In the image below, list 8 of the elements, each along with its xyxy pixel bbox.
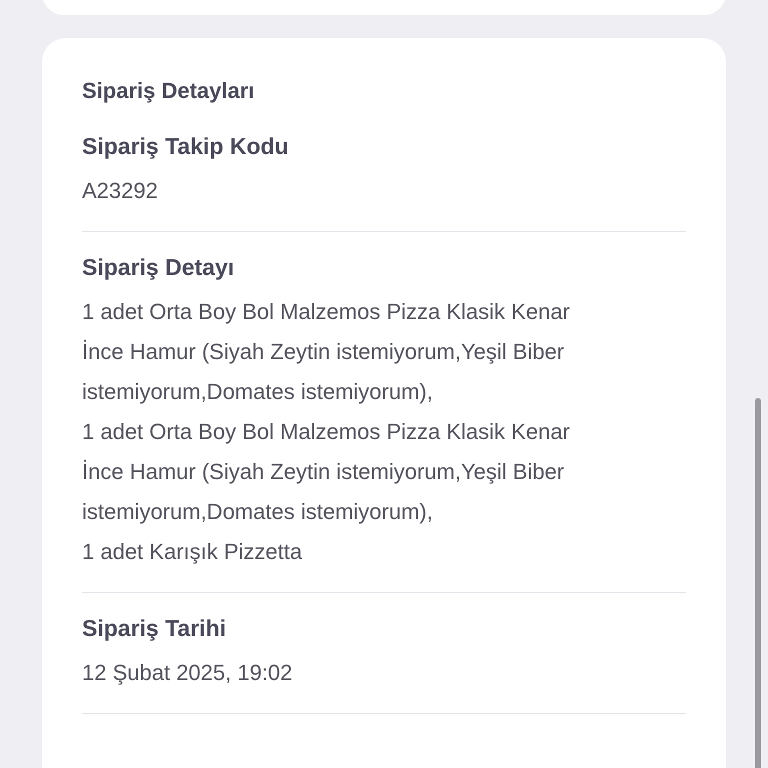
card-title: Sipariş Detayları xyxy=(82,77,256,105)
field-label: Sipariş Tarihi xyxy=(82,614,228,643)
field-label: Sipariş Detayı xyxy=(82,253,236,282)
field-value: A23292 xyxy=(82,177,159,205)
field-value: 12 Şubat 2025, 19:02 xyxy=(82,659,294,687)
field-value: 1 adet Orta Boy Bol Malzemos Pizza Klasik Kenar İnce Hamur (Siyah Zeytin istemiyorum,Yeşil Biber istemiyorum,Domates istemiyorum), 1 adet Orta Boy Bol Malzemos Pizza Klasik Kenar İnce Hamur (Siyah Zeytin istemiyorum,Yeşil Biber istemiyorum,Domates istemiyorum), 1 adet Karışık Pizzetta xyxy=(82,298,571,566)
field-label: Sipariş Takip Kodu xyxy=(82,132,290,161)
scrollbar[interactable] xyxy=(755,398,761,768)
